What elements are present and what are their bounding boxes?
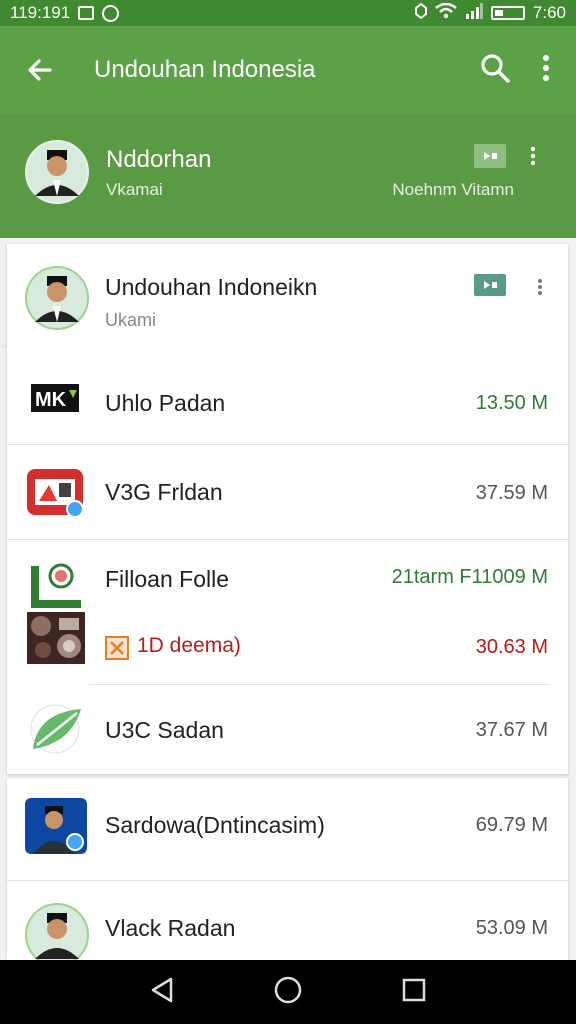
leaf-app-icon [27,703,87,760]
avatar [25,140,89,204]
list-item[interactable]: Undouhan Indoneikn Ukami [7,244,568,354]
more-options-icon[interactable] [542,54,550,87]
app-title: Undouhan Indonesia [94,56,316,83]
avatar [25,266,89,335]
item-label: Sardowa(Dntincasim) [105,812,325,838]
nav-back-icon[interactable] [149,976,175,1009]
item-subtitle: Ukami [105,310,157,330]
signal-icon [465,2,483,24]
item-size: 53.09 M [475,917,548,939]
profile-name: Nddorhan [106,146,212,173]
app-bar: Undouhan Indonesia [0,26,576,114]
item-label: 1D deema) [137,634,241,657]
item-title: Undouhan Indoneikn [105,274,318,300]
alarm-icon [414,2,427,24]
video-app-icon [25,467,85,524]
item-size: 21tarm F11009 M [391,566,548,588]
warning-icon [105,636,129,660]
status-bar: 119:191 7:60 [0,0,576,26]
item-size: 69.79 M [475,814,548,836]
item-label: Vlack Radan [105,915,236,941]
app-notification-icon [102,4,120,22]
search-icon[interactable] [480,53,510,88]
list-item[interactable]: U3C Sadan 37.67 M [7,685,568,774]
battery-icon [490,6,525,20]
item-label: Uhlo Padan [105,390,226,416]
food-thumbnail-icon [27,612,85,669]
item-label: U3C Sadan [105,717,224,743]
item-size: 13.50 M [475,392,548,414]
item-size: 37.67 M [475,719,548,741]
status-time-right: 7:60 [532,3,566,22]
wifi-icon [435,2,457,24]
video-badge-icon[interactable] [474,144,506,168]
nav-home-icon[interactable] [273,975,303,1010]
mk-logo-icon: MK [31,384,79,417]
nav-recents-icon[interactable] [401,977,427,1008]
item-size: 37.59 M [475,482,548,504]
header-more-icon[interactable] [530,146,536,171]
downloads-card: Undouhan Indoneikn Ukami MK Uhlo Padan 1… [7,244,568,774]
list-item[interactable]: Filloan Folle 21tarm F11009 M 1D deema) … [7,540,568,684]
header-right-text: Noehnm Vitamn [392,180,514,199]
video-badge-icon[interactable] [474,274,506,296]
notification-icon [78,6,95,20]
svg-text:MK: MK [35,389,67,411]
item-size: 30.63 M [475,636,548,658]
list-item[interactable]: V3G Frldan 37.59 M [7,445,568,539]
item-label: V3G Frldan [105,479,223,505]
list-item[interactable]: Sardowa(Dntincasim) 69.79 M [7,778,568,880]
header-profile[interactable]: Nddorhan Vkamai Noehnm Vitamn [0,114,576,348]
l-logo-icon [27,562,85,615]
item-more-icon[interactable] [537,278,543,301]
item-label: Filloan Folle [105,566,229,592]
list-item[interactable]: Vlack Radan 53.09 M [7,881,568,967]
profile-app-icon [25,798,87,859]
system-nav-bar [0,960,576,1024]
status-time-left: 119:191 [10,3,71,22]
profile-subtitle: Vkamai [106,180,163,199]
downloads-card-secondary: Sardowa(Dntincasim) 69.79 M Vlack Radan … [7,778,568,967]
back-arrow-icon[interactable] [0,26,80,114]
list-item[interactable]: MK Uhlo Padan 13.50 M [7,354,568,444]
